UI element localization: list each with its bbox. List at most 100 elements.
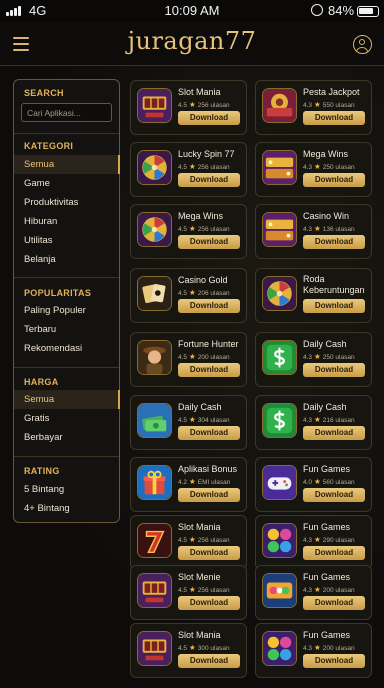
app-card[interactable]: Fun Games 4.3 ★ 200 ulasan Download — [255, 565, 372, 620]
review-count: 200 ulasan — [322, 587, 355, 594]
download-button[interactable]: Download — [303, 488, 365, 502]
app-card[interactable]: Slot Mania 4.5 ★ 256 ulasan Download — [130, 515, 247, 570]
star-icon: ★ — [189, 477, 196, 486]
app-rating: 4.5 ★ 256 ulasan — [178, 162, 230, 171]
download-button[interactable]: Download — [178, 596, 240, 610]
app-card[interactable]: Casino Gold 4.5 ★ 206 ulasan Download — [130, 268, 247, 323]
app-rating: 4.5 ★ 256 ulasan — [178, 585, 230, 594]
search-input[interactable] — [21, 103, 112, 122]
download-button[interactable]: Download — [178, 111, 240, 125]
monster-candy-icon[interactable] — [262, 631, 297, 666]
gift-box-icon[interactable] — [137, 465, 172, 500]
download-button[interactable]: Download — [178, 173, 240, 187]
divider — [14, 133, 119, 134]
top-header: juragan77 — [0, 22, 384, 66]
pesta-jackpot-icon[interactable] — [262, 88, 297, 123]
sidebar-item-gratis[interactable]: Gratis — [14, 409, 119, 428]
user-profile-icon[interactable] — [353, 35, 372, 54]
app-rating: 4.3 ★ 290 ulasan — [303, 535, 355, 544]
app-card[interactable]: Fortune Hunter 4.5 ★ 200 ulasan Download — [130, 332, 247, 387]
playing-cards-icon[interactable] — [137, 276, 172, 311]
slot-mania-icon[interactable] — [137, 88, 172, 123]
sidebar-item-semua[interactable]: Semua — [14, 155, 120, 174]
sidebar-item-semua[interactable]: Semua — [14, 390, 120, 409]
download-button[interactable]: Download — [178, 546, 240, 560]
download-button[interactable]: Download — [303, 546, 365, 560]
app-card[interactable]: Pesta Jackpot 4.3 ★ 550 ulasan Download — [255, 80, 372, 135]
sidebar-item-produktivitas[interactable]: Produktivitas — [14, 193, 119, 212]
sidebar-item-rekomendasi[interactable]: Rekomendasi — [14, 339, 119, 358]
download-button[interactable]: Download — [303, 173, 365, 187]
app-card[interactable]: Lucky Spin 77 4.5 ★ 256 ulasan Download — [130, 142, 247, 197]
app-card[interactable]: Fun Games 4.3 ★ 200 ulasan Download — [255, 623, 372, 678]
download-button[interactable]: Download — [178, 488, 240, 502]
download-button[interactable]: Download — [178, 299, 240, 313]
app-card[interactable]: Aplikasi Bonus 4.2 ★ EMI ulasan Download — [130, 457, 247, 512]
sidebar-item-utilitas[interactable]: Utilitas — [14, 231, 119, 250]
money-stack-icon[interactable] — [137, 403, 172, 438]
review-count: 250 ulasan — [322, 164, 355, 171]
candy-bingo-icon[interactable] — [262, 573, 297, 608]
download-button[interactable]: Download — [303, 363, 365, 377]
review-count: 290 ulasan — [322, 537, 355, 544]
app-card[interactable]: Slot Menie 4.5 ★ 256 ulasan Download — [130, 565, 247, 620]
lucky-seven-icon[interactable] — [137, 523, 172, 558]
rating-value: 4.3 — [303, 645, 313, 652]
app-card[interactable]: Daily Cash 4.3 ★ 216 ulasan Download — [255, 395, 372, 450]
app-name: Aplikasi Bonus — [178, 464, 238, 474]
app-card[interactable]: Roda Keberuntungan Download — [255, 268, 372, 323]
app-card[interactable]: Fun Games 4.3 ★ 290 ulasan Download — [255, 515, 372, 570]
star-icon: ★ — [314, 477, 321, 486]
sidebar-item-5-bintang[interactable]: 5 Bintang — [14, 480, 119, 499]
battery-icon — [357, 6, 379, 17]
download-button[interactable]: Download — [178, 654, 240, 668]
app-card[interactable]: Fun Games 4.0 ★ 560 ulasan Download — [255, 457, 372, 512]
sidebar-item-paling-populer[interactable]: Paling Populer — [14, 301, 119, 320]
download-button[interactable]: Download — [303, 299, 365, 313]
download-button[interactable]: Download — [303, 426, 365, 440]
sidebar-item-game[interactable]: Game — [14, 174, 119, 193]
app-card[interactable]: Daily Cash 4.3 ★ 250 ulasan Download — [255, 332, 372, 387]
slot-mania-icon[interactable] — [137, 573, 172, 608]
app-card[interactable]: Slot Mania 4.5 ★ 256 ulasan Download — [130, 80, 247, 135]
divider — [14, 367, 119, 368]
sidebar-item-4-bintang[interactable]: 4+ Bintang — [14, 499, 119, 518]
rating-value: 4.3 — [303, 587, 313, 594]
app-card[interactable]: Slot Mania 4.5 ★ 300 ulasan Download — [130, 623, 247, 678]
download-button[interactable]: Download — [178, 363, 240, 377]
star-icon: ★ — [189, 415, 196, 424]
star-icon: ★ — [189, 288, 196, 297]
app-logo[interactable]: juragan77 — [0, 27, 384, 55]
explorer-character-icon[interactable] — [137, 340, 172, 375]
review-count: 256 ulasan — [197, 164, 230, 171]
sidebar-item-terbaru[interactable]: Terbaru — [14, 320, 119, 339]
app-name: Fortune Hunter — [178, 339, 239, 349]
download-button[interactable]: Download — [303, 235, 365, 249]
download-button[interactable]: Download — [178, 235, 240, 249]
lucky-spin-wheel-icon[interactable] — [262, 276, 297, 311]
slot-mania-icon[interactable] — [137, 631, 172, 666]
mega-wins-icon[interactable] — [262, 212, 297, 247]
rating-value: 4.5 — [178, 102, 188, 109]
download-button[interactable]: Download — [178, 426, 240, 440]
star-icon: ★ — [314, 585, 321, 594]
download-button[interactable]: Download — [303, 596, 365, 610]
monster-candy-icon[interactable] — [262, 523, 297, 558]
sidebar-item-hiburan[interactable]: Hiburan — [14, 212, 119, 231]
lucky-spin-wheel-icon[interactable] — [137, 150, 172, 185]
dollar-icon[interactable] — [262, 403, 297, 438]
dollar-icon[interactable] — [262, 340, 297, 375]
app-card[interactable]: Casino Win 4.3 ★ 136 ulasan Download — [255, 204, 372, 259]
app-card[interactable]: Mega Wins 4.5 ★ 256 ulasan Download — [130, 204, 247, 259]
rating-value: 4.0 — [303, 479, 313, 486]
download-button[interactable]: Download — [303, 111, 365, 125]
lucky-spin-wheel-icon[interactable] — [137, 212, 172, 247]
app-card[interactable]: Mega Wins 4.3 ★ 250 ulasan Download — [255, 142, 372, 197]
app-card[interactable]: Daily Cash 4.5 ★ 304 ulasan Download — [130, 395, 247, 450]
mega-wins-icon[interactable] — [262, 150, 297, 185]
rotation-lock-icon — [311, 4, 323, 16]
download-button[interactable]: Download — [303, 654, 365, 668]
game-controller-icon[interactable] — [262, 465, 297, 500]
sidebar-item-berbayar[interactable]: Berbayar — [14, 428, 119, 447]
sidebar-item-belanja[interactable]: Belanja — [14, 250, 119, 269]
